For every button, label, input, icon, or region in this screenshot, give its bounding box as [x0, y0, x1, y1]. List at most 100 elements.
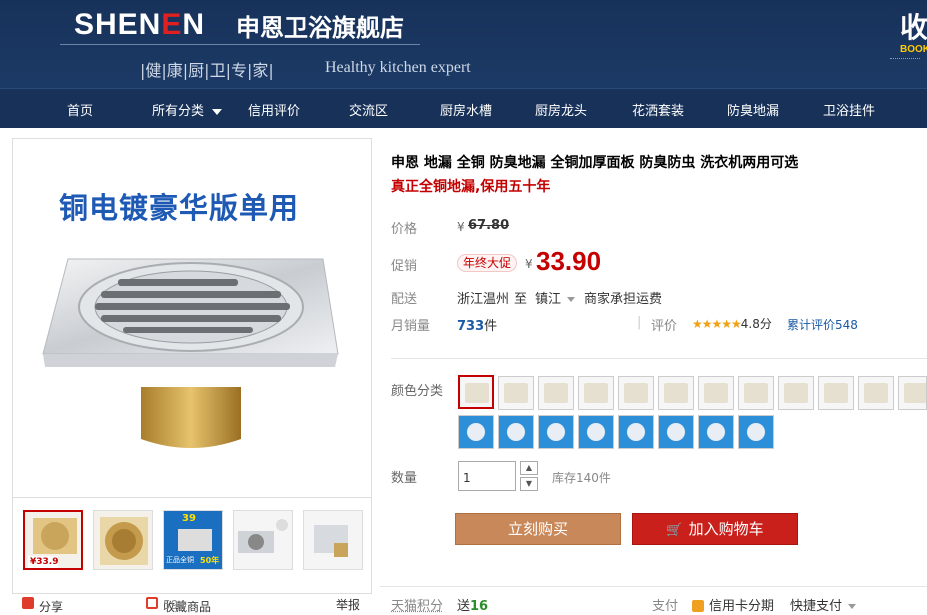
sales-count: 733 — [457, 319, 485, 334]
bookmark-text: BOOK — [900, 44, 927, 55]
promo-label: 促销 — [391, 259, 418, 274]
quantity-input[interactable]: 1 — [458, 461, 516, 491]
promo-badge: 年终大促 — [457, 254, 518, 272]
swatch-image — [547, 423, 565, 441]
price-label: 价格 — [391, 222, 418, 237]
color-option-4[interactable] — [578, 376, 614, 410]
color-option-2[interactable] — [498, 376, 534, 410]
quantity-decrease-button[interactable]: ▼ — [520, 477, 538, 491]
thumbnail-3-number: 39 — [182, 513, 196, 524]
color-option-13[interactable] — [458, 415, 494, 449]
add-to-cart-button[interactable]: 🛒 加入购物车 — [632, 513, 798, 545]
quick-pay-select[interactable]: 快捷支付 — [790, 595, 864, 614]
collect-icon — [146, 597, 158, 609]
points-award: 送16 — [457, 595, 488, 614]
shipping-to-word: 至 — [514, 292, 528, 307]
nav-all-categories-label: 所有分类 — [152, 104, 205, 119]
rating-summary: ★★★★★4.8分 — [692, 315, 772, 332]
nav-sinks[interactable]: 厨房水槽 — [440, 100, 492, 119]
nav-credit[interactable]: 信用评价 — [248, 100, 300, 119]
swatch-image — [507, 423, 525, 441]
swatch-image — [587, 423, 605, 441]
nav-bath-accessories[interactable]: 卫浴挂件 — [823, 100, 875, 119]
service-strip: 天猫积分 送16 支付 信用卡分期 快捷支付 — [380, 586, 927, 614]
color-option-6[interactable] — [658, 376, 694, 410]
share-bar: 分享 收藏商品 594 举报 — [12, 594, 372, 614]
color-option-1[interactable] — [458, 375, 494, 409]
share-icon — [22, 597, 34, 609]
color-option-14[interactable] — [498, 415, 534, 449]
swatch-image — [864, 383, 888, 403]
chevron-down-icon — [212, 108, 223, 115]
quantity-increase-button[interactable]: ▲ — [520, 461, 538, 475]
swatch-image — [584, 383, 608, 403]
nav-all-categories[interactable]: 所有分类 — [152, 100, 223, 119]
swatch-image — [624, 383, 648, 403]
total-reviews-link[interactable]: 累计评价548 — [787, 316, 858, 333]
swatch-image — [664, 383, 688, 403]
bookmark-store-button[interactable]: 收 BOOK — [890, 6, 927, 62]
nav-faucets[interactable]: 厨房龙头 — [535, 100, 587, 119]
original-price: 67.80 — [468, 218, 510, 233]
thumbnail-3-years: 50年 — [200, 556, 220, 565]
color-option-12[interactable] — [898, 376, 927, 410]
color-option-10[interactable] — [818, 376, 854, 410]
shipping-fee: 商家承担运费 — [584, 292, 663, 307]
slogan-en: Healthy kitchen expert — [325, 59, 471, 76]
thumbnail-3-text: 正品全铜 — [166, 556, 194, 564]
swatch-image — [465, 383, 489, 403]
nav-forum[interactable]: 交流区 — [349, 100, 388, 119]
swatch-image — [544, 383, 568, 403]
price-currency: ¥ — [457, 220, 465, 234]
share-link[interactable]: 分享 — [22, 596, 63, 614]
thumbnail-3[interactable]: 39 正品全铜 50年 — [163, 510, 223, 570]
nav-home[interactable]: 首页 — [67, 100, 93, 119]
main-product-image[interactable]: 铜电镀豪华版单用 — [12, 138, 372, 498]
thumbnail-2[interactable] — [93, 510, 153, 570]
color-option-8[interactable] — [738, 376, 774, 410]
color-option-3[interactable] — [538, 376, 574, 410]
color-option-7[interactable] — [698, 376, 734, 410]
collect-link[interactable]: 收藏商品 594 — [146, 596, 211, 614]
points-label[interactable]: 天猫积分 — [391, 595, 443, 614]
quantity-label: 数量 — [391, 471, 418, 486]
store-logo[interactable]: SHENEN — [74, 8, 205, 42]
nav-shower-sets[interactable]: 花洒套装 — [632, 100, 684, 119]
swatch-image — [467, 423, 485, 441]
thumbnail-2-image — [100, 517, 148, 565]
promo-currency: ¥ — [525, 257, 533, 271]
thumbnail-4[interactable] — [233, 510, 293, 570]
cart-icon: 🛒 — [666, 523, 683, 538]
color-option-15[interactable] — [538, 415, 574, 449]
swatch-image — [627, 423, 645, 441]
report-link[interactable]: 举报 — [336, 596, 360, 613]
color-option-9[interactable] — [778, 376, 814, 410]
section-divider — [391, 358, 927, 359]
nav-floor-drains[interactable]: 防臭地漏 — [727, 100, 779, 119]
shipping-destination-select[interactable]: 镇江 — [535, 288, 583, 307]
store-nav: 首页 所有分类 信用评价 交流区 厨房水槽 厨房龙头 花洒套装 防臭地漏 卫浴挂… — [0, 88, 927, 128]
store-name: 申恩卫浴旗舰店 — [236, 14, 404, 42]
swatch-image — [667, 423, 685, 441]
color-option-18[interactable] — [658, 415, 694, 449]
store-banner: SHENEN 申恩卫浴旗舰店 |健|康|厨|卫|专|家| Healthy kit… — [0, 0, 927, 88]
color-option-11[interactable] — [858, 376, 894, 410]
buy-now-button[interactable]: 立刻购买 — [455, 513, 621, 545]
rating-label: 评价 — [651, 319, 678, 334]
color-option-17[interactable] — [618, 415, 654, 449]
color-option-20[interactable] — [738, 415, 774, 449]
credit-installment[interactable]: 信用卡分期 — [692, 595, 774, 614]
color-option-16[interactable] — [578, 415, 614, 449]
total-reviews-count: 548 — [835, 318, 858, 332]
color-option-5[interactable] — [618, 376, 654, 410]
points-send: 送 — [457, 599, 471, 614]
chevron-down-icon — [567, 297, 576, 302]
shipping-from: 浙江温州 — [457, 292, 510, 307]
swatch-image — [747, 423, 765, 441]
floor-drain-illustration — [42, 258, 339, 448]
thumbnail-5[interactable] — [303, 510, 363, 570]
thumbnail-1[interactable]: ¥33.9 — [23, 510, 83, 570]
total-reviews-label: 累计评价 — [787, 318, 836, 332]
logo-divider — [60, 44, 420, 45]
color-option-19[interactable] — [698, 415, 734, 449]
